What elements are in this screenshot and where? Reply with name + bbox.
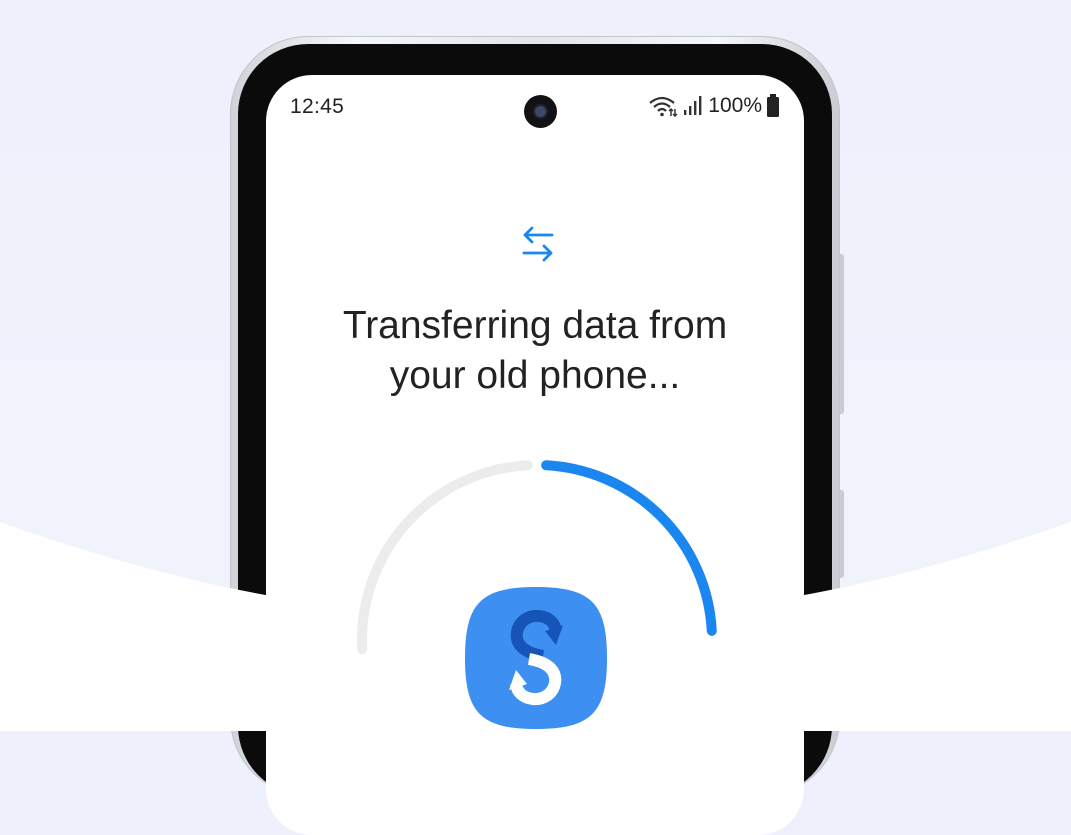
scene: 12:45 100% Transferring data from your o… bbox=[0, 0, 1071, 835]
smart-switch-logo-icon bbox=[465, 587, 607, 729]
